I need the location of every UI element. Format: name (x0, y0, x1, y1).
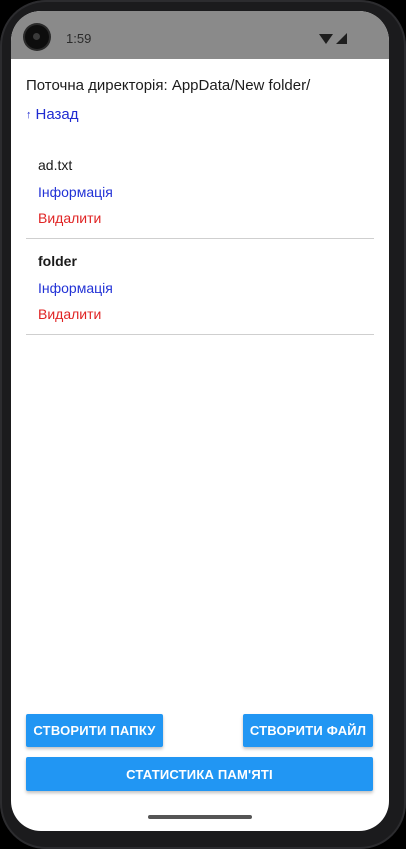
home-indicator[interactable] (148, 815, 252, 819)
delete-link[interactable]: Видалити (38, 306, 101, 322)
back-button[interactable]: ↑ Назад (26, 106, 78, 123)
main-content: Поточна директорія: AppData/New folder/ … (11, 59, 389, 831)
file-list: ad.txt Інформація Видалити folder Інформ… (26, 143, 374, 335)
app-screen: 1:59 Поточна директорія: AppData/New fol… (11, 11, 389, 831)
folder-name[interactable]: folder (38, 253, 77, 269)
camera-icon (25, 25, 49, 49)
list-item: ad.txt Інформація Видалити (26, 143, 374, 239)
delete-link[interactable]: Видалити (38, 210, 101, 226)
memory-stats-button[interactable]: СТАТИСТИКА ПАМ'ЯТІ (26, 757, 373, 791)
create-file-button[interactable]: СТВОРИТИ ФАЙЛ (243, 714, 373, 747)
back-label: Назад (35, 106, 79, 123)
status-time: 1:59 (66, 31, 92, 46)
info-link[interactable]: Інформація (38, 280, 113, 296)
arrow-up-icon: ↑ (26, 108, 32, 121)
create-folder-button[interactable]: СТВОРИТИ ПАПКУ (26, 714, 163, 747)
signal-icon (336, 33, 347, 44)
status-bar: 1:59 (11, 11, 389, 59)
phone-frame: 1:59 Поточна директорія: AppData/New fol… (0, 0, 406, 849)
current-directory-label: Поточна директорія: AppData/New folder/ (26, 77, 311, 94)
status-icons (319, 33, 347, 44)
file-name[interactable]: ad.txt (38, 157, 72, 173)
wifi-icon (319, 34, 333, 44)
info-link[interactable]: Інформація (38, 184, 113, 200)
list-item: folder Інформація Видалити (26, 239, 374, 335)
